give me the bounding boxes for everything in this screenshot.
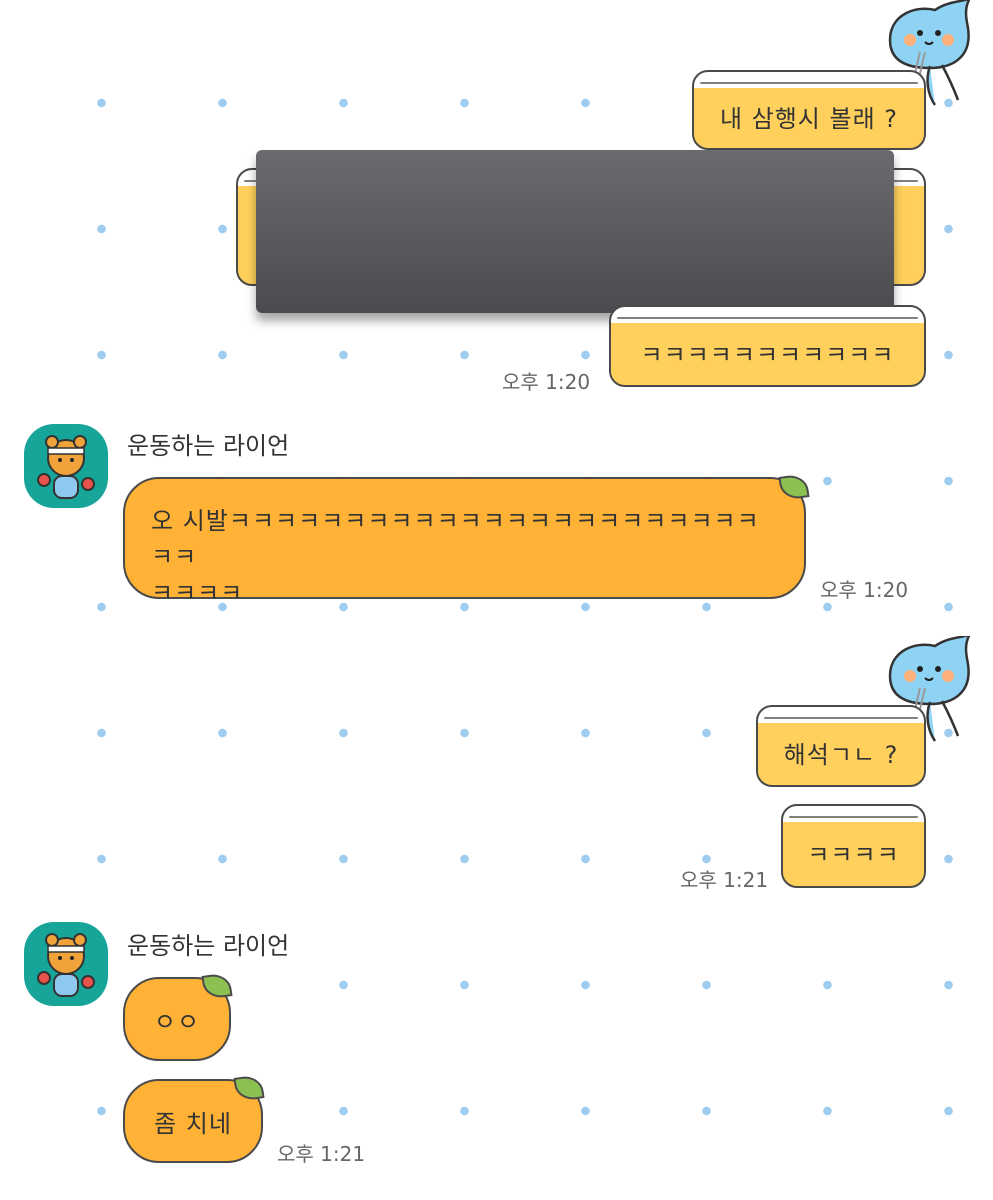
message-timestamp: 오후 1:20 <box>502 370 591 394</box>
incoming-bubble[interactable]: 오 시발ㅋㅋㅋㅋㅋㅋㅋㅋㅋㅋㅋㅋㅋㅋㅋㅋㅋㅋㅋㅋㅋㅋㅋㅋㅋ ㅋㅋㅋㅋ <box>123 477 806 607</box>
sender-name: 운동하는 라이언 <box>127 432 290 460</box>
message-timestamp: 오후 1:21 <box>277 1142 366 1166</box>
message-text: 오 시발ㅋㅋㅋㅋㅋㅋㅋㅋㅋㅋㅋㅋㅋㅋㅋㅋㅋㅋㅋㅋㅋㅋㅋㅋㅋ <box>151 507 760 571</box>
ryan-avatar-icon[interactable] <box>24 424 108 508</box>
outgoing-bubble[interactable]: 해석ㄱㄴ ? <box>756 705 926 787</box>
message-text: ㅋㅋㅋㅋ <box>151 579 244 607</box>
outgoing-bubble[interactable]: ㅋㅋㅋㅋㅋㅋㅋㅋㅋㅋㅋ <box>609 305 926 387</box>
message-text: 좀 치네 <box>154 1109 232 1138</box>
outgoing-bubble[interactable]: ㅋㅋㅋㅋ <box>781 804 926 888</box>
message-timestamp: 오후 1:21 <box>680 868 769 892</box>
ryan-icon <box>37 435 95 499</box>
message-timestamp: 오후 1:20 <box>820 578 909 602</box>
ryan-icon <box>37 933 95 997</box>
ryan-avatar-icon[interactable] <box>24 922 108 1006</box>
sender-name: 운동하는 라이언 <box>127 932 290 960</box>
message-text: ㅇㅇ <box>153 1007 201 1036</box>
redaction-block <box>256 150 894 313</box>
outgoing-bubble[interactable]: 내 삼행시 볼래 ? <box>692 70 926 150</box>
